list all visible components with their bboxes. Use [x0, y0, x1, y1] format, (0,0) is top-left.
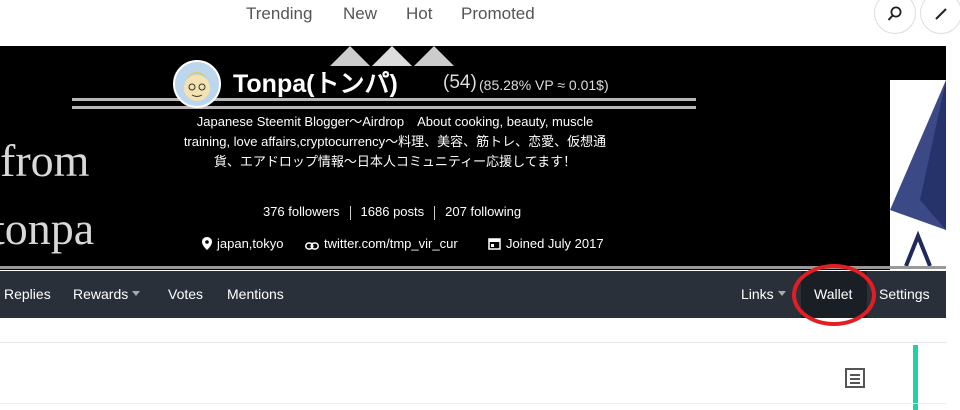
reputation-score: (54) [443, 72, 477, 93]
website-link[interactable]: twitter.com/tmp_vir_cur [324, 236, 458, 251]
banner-art-text: from [0, 135, 90, 186]
banner-side-image [890, 80, 946, 270]
content-divider [0, 342, 946, 343]
link-icon [305, 242, 319, 250]
tab-mentions[interactable]: Mentions [227, 286, 284, 302]
layout-toggle-icon[interactable] [845, 368, 865, 388]
profile-name: Tonpa(トンパ) [233, 70, 398, 98]
banner-logo-shape [890, 80, 946, 267]
profile-website: twitter.com/tmp_vir_cur [305, 236, 458, 251]
chevron-down-icon [777, 291, 786, 296]
profile-location: japan,tokyo [202, 236, 284, 251]
pencil-icon [935, 8, 947, 20]
chevron-down-icon [132, 291, 141, 296]
tab-settings[interactable]: Settings [879, 286, 930, 302]
search-button[interactable] [874, 0, 916, 34]
banner-triangles [330, 46, 454, 66]
avatar[interactable] [173, 60, 221, 108]
nav-promoted[interactable]: Promoted [461, 4, 535, 24]
profile-banner: from tonpa Tonpa(トンパ) (54) (85.28% VP ≈ … [0, 46, 946, 270]
nav-trending[interactable]: Trending [246, 4, 312, 24]
avatar-face-icon [183, 72, 211, 101]
profile-stats: 376 followers 1686 posts 207 following [0, 204, 784, 220]
nav-hot[interactable]: Hot [406, 4, 432, 24]
accent-bar [913, 345, 918, 410]
divider [434, 205, 436, 220]
followers-count[interactable]: 376 followers [263, 204, 340, 219]
write-post-button[interactable] [920, 0, 960, 34]
banner-bottom-line [0, 266, 946, 269]
tab-rewards-label: Rewards [73, 286, 129, 302]
layout-line [850, 374, 860, 376]
divider [349, 205, 351, 220]
posts-count: 1686 posts [360, 204, 425, 219]
banner-stripe [72, 106, 696, 109]
tab-replies[interactable]: Replies [4, 286, 51, 302]
layout-line [850, 378, 860, 380]
location-pin-icon [202, 237, 212, 250]
joined-date: Joined July 2017 [506, 236, 604, 251]
nav-new[interactable]: New [343, 4, 377, 24]
location-text: japan,tokyo [217, 236, 284, 251]
tab-links[interactable]: Links [741, 286, 786, 302]
layout-line [850, 382, 860, 384]
profile-about: Japanese Steemit Blogger〜Airdrop About c… [183, 114, 607, 169]
search-icon [887, 6, 902, 21]
voting-power: (85.28% VP ≈ 0.01$) [479, 77, 609, 93]
annotation-circle [792, 264, 876, 326]
top-nav: Trending New Hot Promoted [0, 0, 960, 46]
tab-links-label: Links [741, 286, 774, 302]
following-count[interactable]: 207 following [445, 204, 521, 219]
tab-votes[interactable]: Votes [168, 286, 203, 302]
profile-joined: Joined July 2017 [488, 236, 604, 251]
tab-rewards[interactable]: Rewards [73, 286, 141, 302]
calendar-icon [488, 238, 501, 250]
content-divider [0, 403, 946, 404]
